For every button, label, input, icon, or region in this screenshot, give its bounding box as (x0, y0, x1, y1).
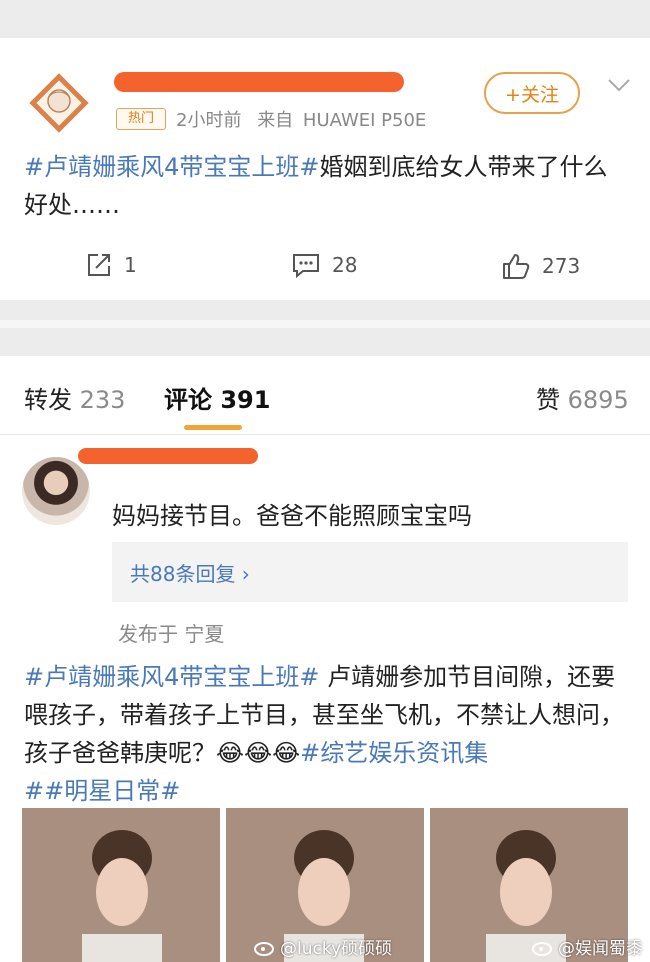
thumbnail-1[interactable] (22, 808, 220, 962)
comment-count: 28 (332, 253, 358, 277)
weibo-logo-icon (254, 941, 274, 956)
thumbs-up-icon (503, 254, 530, 279)
tab-repost-count: 233 (79, 386, 126, 414)
tab-comments-label: 评论 (164, 386, 212, 414)
source-prefix: 来自 (257, 110, 294, 131)
tab-likes[interactable]: 赞 6895 (536, 380, 629, 415)
comment-action[interactable]: 28 (292, 252, 357, 278)
redacted-username (114, 72, 404, 92)
post-time: 2小时前 (176, 110, 242, 131)
tabs-divider (0, 434, 650, 435)
tab-comments[interactable]: 评论 391 (164, 380, 270, 415)
follow-button[interactable]: +关注 (484, 72, 580, 114)
second-post-hashtag-3[interactable]: ##明星日常# (24, 777, 180, 805)
watermark-right-text: @娱闻蜀黍 (558, 939, 643, 959)
watermark-left-text: @lucky硕硕硕 (280, 939, 393, 959)
repost-icon (88, 254, 110, 276)
tab-repost[interactable]: 转发 233 (24, 380, 125, 415)
post-meta: 2小时前 来自 HUAWEI P50E (176, 106, 426, 132)
replies-link[interactable]: 共88条回复 › (130, 558, 250, 587)
user-avatar[interactable] (24, 68, 94, 138)
comment-text: 妈妈接节目。爸爸不能照顾宝宝吗 (112, 502, 472, 530)
like-count: 273 (542, 254, 581, 278)
redacted-commenter-name (78, 448, 258, 464)
second-post-hashtag-2[interactable]: #综艺娱乐资讯集 (300, 739, 488, 767)
tab-repost-label: 转发 (24, 386, 72, 414)
comment-location: 发布于 宁夏 (118, 622, 225, 646)
second-post-content: #卢靖姗乘风4带宝宝上班# 卢靖姗参加节目间隙，还要喂孩子，带着孩子上节目，甚至… (24, 658, 630, 810)
replies-box[interactable]: 共88条回复 › (112, 542, 628, 602)
photo-image (22, 808, 220, 962)
tab-likes-label: 赞 (536, 386, 560, 414)
post-content: #卢靖姗乘风4带宝宝上班#婚姻到底给女人带来了什么好处…… (24, 148, 624, 224)
comment-icon (293, 254, 319, 278)
detail-card: 转发 233 评论 391 赞 6895 妈妈接节目。爸爸不能照顾宝宝吗 共88… (0, 356, 650, 962)
chevron-down-icon[interactable] (606, 72, 632, 98)
active-tab-indicator (184, 425, 242, 430)
watermark-left: @lucky硕硕硕 (254, 934, 392, 959)
hot-badge: 热门 (116, 108, 166, 130)
watermark-right: @娱闻蜀黍 (532, 934, 643, 959)
repost-count: 1 (124, 253, 137, 277)
post-card: 热门 2小时前 来自 HUAWEI P50E +关注 #卢靖姗乘风4带宝宝上班#… (0, 38, 650, 300)
divider-gap (0, 300, 650, 356)
card-edge (0, 320, 650, 328)
second-post-hashtag-1[interactable]: #卢靖姗乘风4带宝宝上班# (24, 663, 320, 691)
commenter-avatar[interactable] (22, 457, 90, 525)
tab-likes-count: 6895 (567, 386, 629, 414)
weibo-logo-icon (532, 941, 552, 956)
repost-action[interactable]: 1 (86, 252, 137, 278)
tab-comments-count: 391 (220, 386, 271, 414)
post-hashtag[interactable]: #卢靖姗乘风4带宝宝上班# (24, 153, 320, 181)
source-device: HUAWEI P50E (302, 110, 427, 131)
like-action[interactable]: 273 (502, 252, 580, 280)
